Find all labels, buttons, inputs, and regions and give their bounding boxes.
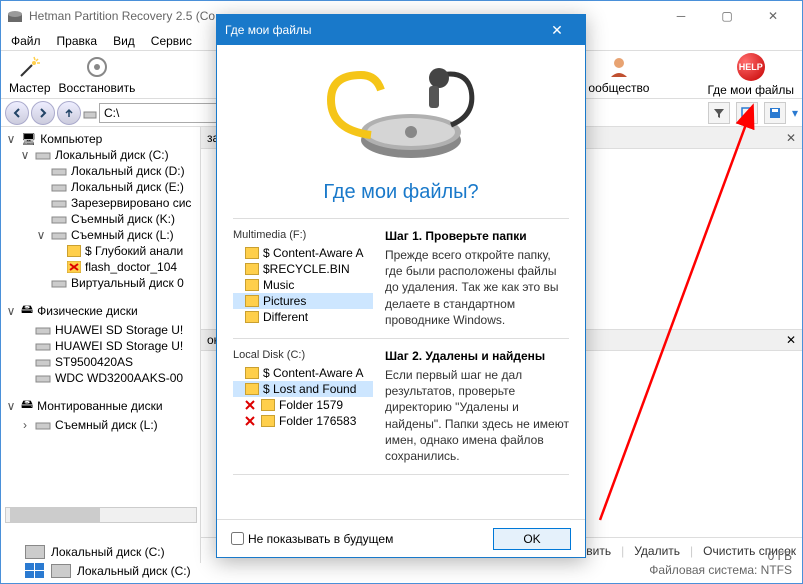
dialog-title-bar: Где мои файлы ✕ xyxy=(217,15,585,45)
status-drive-1: Локальный диск (C:) xyxy=(25,545,191,559)
restore-icon xyxy=(85,55,109,79)
status-drive-2: Локальный диск (C:) xyxy=(25,563,191,579)
dialog-heading: Где мои файлы? xyxy=(233,175,569,218)
restore-label: Восстановить xyxy=(59,81,136,95)
wand-icon xyxy=(18,55,42,79)
dialog-footer: Не показывать в будущем OK xyxy=(217,519,585,557)
status-size: 0 ГБ xyxy=(649,549,792,563)
folder-item[interactable]: $RECYCLE.BIN xyxy=(233,261,373,277)
restore-button[interactable]: Восстановить xyxy=(59,55,136,95)
physical-label: Физические диски xyxy=(37,304,138,318)
up-button[interactable] xyxy=(57,101,81,125)
windows-icon xyxy=(25,563,45,579)
step1-text: Прежде всего откройте папку, где были ра… xyxy=(385,247,569,328)
phys-item[interactable]: HUAWEI SD Storage U! xyxy=(1,338,200,354)
tree-item[interactable]: $ Глубокий анали xyxy=(1,243,200,259)
drive-icon xyxy=(83,106,97,120)
section2-drive: Local Disk (C:) xyxy=(233,349,373,365)
dont-show-input[interactable] xyxy=(231,532,244,545)
recovery-close-icon[interactable]: ✕ xyxy=(786,333,796,347)
mounted-drive-label: Съемный диск (L:) xyxy=(55,418,158,432)
tree-physical[interactable]: ∨🖴 Физические диски xyxy=(1,299,200,322)
tree-item[interactable]: ∨Локальный диск (C:) xyxy=(1,147,200,163)
folder-item[interactable]: $ Content-Aware A xyxy=(233,245,373,261)
status-fs: Файловая система: NTFS xyxy=(649,563,792,577)
step2-title: Шаг 2. Удалены и найдены xyxy=(385,349,569,367)
folder-item[interactable]: Music xyxy=(233,277,373,293)
back-button[interactable] xyxy=(5,101,29,125)
folder-item[interactable]: Folder 1579 xyxy=(233,397,373,413)
community-label: ообщество xyxy=(588,81,649,95)
dialog-close-icon[interactable]: ✕ xyxy=(537,22,577,39)
help-dialog: Где мои файлы ✕ Где мои файлы? Multimedi… xyxy=(216,14,586,558)
close-button[interactable]: ✕ xyxy=(750,1,796,31)
folder-item[interactable]: Different xyxy=(233,309,373,325)
menu-view[interactable]: Вид xyxy=(107,32,141,50)
phys-item[interactable]: WDC WD3200AAKS-00 xyxy=(1,370,200,386)
tree-mounted[interactable]: ∨🖴 Монтированные диски xyxy=(1,394,200,417)
tree-item[interactable]: Съемный диск (K:) xyxy=(1,211,200,227)
folder-item[interactable]: Pictures xyxy=(233,293,373,309)
dialog-image xyxy=(233,55,569,175)
folder-item[interactable]: Folder 176583 xyxy=(233,413,373,429)
sidebar: ∨ 🖥 Компьютер ∨Локальный диск (C:)Локаль… xyxy=(1,127,201,563)
dialog-section-2: Local Disk (C:) $ Content-Aware A$ Lost … xyxy=(233,338,569,475)
sidebar-scrollbar[interactable] xyxy=(5,507,197,523)
preview-close-icon[interactable]: ✕ xyxy=(786,131,796,145)
wizard-label: Мастер xyxy=(9,81,51,95)
tree-item[interactable]: Зарезервировано сис xyxy=(1,195,200,211)
step2-text: Если первый шаг не дал результатов, пров… xyxy=(385,367,569,464)
status-right: 0 ГБ Файловая система: NTFS xyxy=(649,549,792,577)
chevron-down-icon[interactable]: ▾ xyxy=(792,106,798,120)
app-icon xyxy=(7,8,23,24)
community-button[interactable]: ообщество xyxy=(588,55,649,95)
save-button[interactable] xyxy=(764,102,786,124)
dont-show-checkbox[interactable]: Не показывать в будущем xyxy=(231,532,485,546)
ok-button[interactable]: OK xyxy=(493,528,571,550)
maximize-button[interactable]: ▢ xyxy=(704,1,750,31)
tree-item[interactable]: flash_doctor_104 xyxy=(1,259,200,275)
forward-button[interactable] xyxy=(31,101,55,125)
dialog-title: Где мои файлы xyxy=(225,23,537,37)
tree-item[interactable]: Локальный диск (D:) xyxy=(1,163,200,179)
filter-button[interactable] xyxy=(708,102,730,124)
help-icon: HELP xyxy=(737,53,765,81)
tree-item[interactable]: Локальный диск (E:) xyxy=(1,179,200,195)
mounted-item[interactable]: › Съемный диск (L:) xyxy=(1,417,200,433)
view-button[interactable] xyxy=(736,102,758,124)
step1-title: Шаг 1. Проверьте папки xyxy=(385,229,569,247)
tree-computer[interactable]: ∨ 🖥 Компьютер xyxy=(1,131,200,147)
menu-edit[interactable]: Правка xyxy=(51,32,104,50)
menu-file[interactable]: Файл xyxy=(5,32,47,50)
computer-icon: 🖥 xyxy=(21,132,36,146)
computer-label: Компьютер xyxy=(40,132,102,146)
folder-item[interactable]: $ Content-Aware A xyxy=(233,365,373,381)
help-label: Где мои файлы xyxy=(707,83,794,97)
minimize-button[interactable]: ─ xyxy=(658,1,704,31)
mounted-label: Монтированные диски xyxy=(37,399,162,413)
section1-drive: Multimedia (F:) xyxy=(233,229,373,245)
folder-item[interactable]: $ Lost and Found xyxy=(233,381,373,397)
dont-show-label: Не показывать в будущем xyxy=(248,532,393,546)
tree-item[interactable]: Виртуальный диск 0 xyxy=(1,275,200,291)
dialog-section-1: Multimedia (F:) $ Content-Aware A$RECYCL… xyxy=(233,218,569,338)
help-button[interactable]: HELP Где мои файлы xyxy=(707,53,794,97)
wizard-button[interactable]: Мастер xyxy=(9,55,51,95)
tree-item[interactable]: ∨Съемный диск (L:) xyxy=(1,227,200,243)
phys-item[interactable]: HUAWEI SD Storage U! xyxy=(1,322,200,338)
menu-service[interactable]: Сервис xyxy=(145,32,198,50)
person-icon xyxy=(607,55,631,79)
status-area: Локальный диск (C:) Локальный диск (C:) xyxy=(25,545,191,579)
phys-item[interactable]: ST9500420AS xyxy=(1,354,200,370)
address-text: C:\ xyxy=(104,106,119,120)
